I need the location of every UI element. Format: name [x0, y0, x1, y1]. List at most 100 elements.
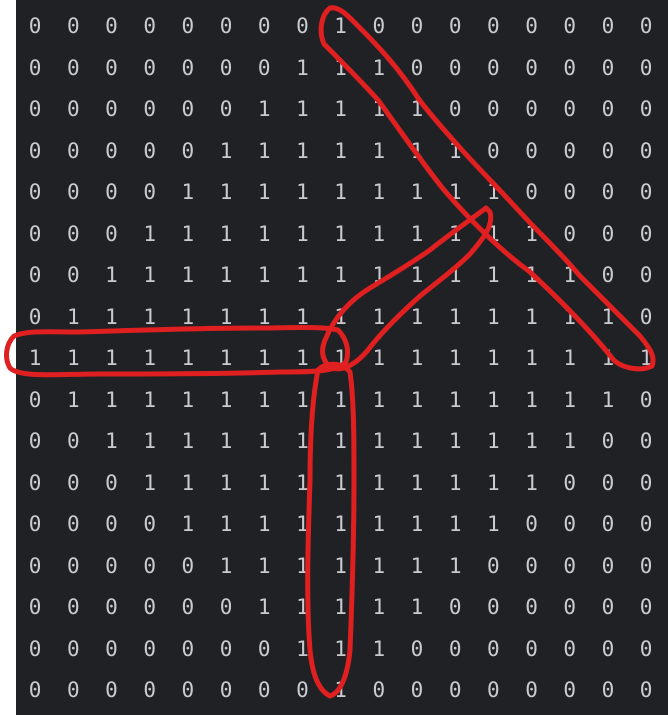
grid-cell: 1: [105, 346, 118, 371]
grid-cell: 0: [181, 595, 195, 620]
grid-cell: 1: [372, 470, 386, 495]
grid-cell: 1: [525, 263, 538, 288]
grid-cell: 0: [66, 180, 80, 205]
grid-cell: 1: [487, 512, 500, 537]
grid-cell: 0: [563, 14, 577, 39]
grid-cell: 0: [601, 55, 615, 80]
grid-cell: 1: [410, 595, 424, 620]
grid-cell: 1: [563, 387, 577, 412]
grid-cell: 0: [28, 553, 42, 578]
grid-cell: 1: [448, 346, 462, 371]
grid-row: 00000011111000000: [16, 89, 668, 131]
grid-cell: 1: [448, 429, 462, 454]
grid-cell: 0: [105, 678, 118, 703]
grid-cell: 1: [66, 346, 80, 371]
grid-row: 00001111111110000: [16, 504, 668, 546]
grid-cell: 1: [372, 346, 386, 371]
grid-cell: 0: [257, 55, 271, 80]
grid-cell: 0: [28, 304, 42, 329]
grid-cell: 1: [487, 387, 500, 412]
grid-cell: 1: [334, 14, 347, 39]
grid-cell: 0: [563, 97, 577, 122]
grid-cell: 1: [105, 387, 118, 412]
grid-cell: 0: [639, 595, 653, 620]
grid-cell: 0: [410, 55, 424, 80]
grid-cell: 0: [448, 595, 462, 620]
grid-cell: 1: [296, 595, 309, 620]
grid-cell: 0: [601, 512, 615, 537]
grid-cell: 1: [143, 387, 156, 412]
grid-cell: 0: [28, 387, 42, 412]
grid-cell: 1: [410, 138, 424, 163]
grid-cell: 0: [28, 512, 42, 537]
grid-cell: 0: [639, 636, 653, 661]
grid-cell: 0: [448, 14, 462, 39]
grid-cell: 0: [563, 678, 577, 703]
grid-cell: 1: [334, 304, 347, 329]
grid-cell: 0: [563, 55, 577, 80]
grid-cell: 0: [410, 678, 424, 703]
grid-row: 00000001110000000: [16, 629, 668, 671]
grid-cell: 1: [372, 512, 386, 537]
grid-cell: 0: [448, 678, 462, 703]
grid-cell: 1: [181, 304, 195, 329]
grid-cell: 0: [28, 470, 42, 495]
grid-cell: 0: [487, 678, 500, 703]
grid-cell: 1: [296, 470, 309, 495]
grid-cell: 1: [334, 512, 347, 537]
grid-row: 00111111111111100: [16, 421, 668, 463]
grid-cell: 0: [601, 14, 615, 39]
grid-cell: 0: [563, 595, 577, 620]
grid-cell: 1: [181, 387, 195, 412]
grid-cell: 1: [143, 304, 156, 329]
grid-cell: 1: [334, 387, 347, 412]
grid-cell: 0: [639, 97, 653, 122]
grid-cell: 1: [296, 97, 309, 122]
grid-cell: 1: [410, 387, 424, 412]
grid-cell: 0: [525, 678, 538, 703]
grid-cell: 0: [257, 678, 271, 703]
grid-cell: 0: [601, 553, 615, 578]
grid-cell: 1: [257, 595, 271, 620]
grid-row: 11111111111111111: [16, 338, 668, 380]
grid-cell: 0: [66, 55, 80, 80]
grid-cell: 1: [219, 304, 233, 329]
grid-cell: 1: [334, 180, 347, 205]
grid-row: 00000001110000000: [16, 48, 668, 90]
grid-row: 00000000100000000: [16, 670, 668, 712]
grid-row: 00011111111111000: [16, 463, 668, 505]
grid-row: 00000111111100000: [16, 131, 668, 173]
grid-cell: 0: [639, 678, 653, 703]
grid-cell: 0: [601, 221, 615, 246]
grid-cell: 1: [181, 263, 195, 288]
grid-cell: 1: [334, 97, 347, 122]
grid-cell: 1: [219, 346, 233, 371]
grid-cell: 0: [639, 263, 653, 288]
grid-cell: 0: [28, 180, 42, 205]
grid-cell: 0: [563, 636, 577, 661]
grid-cell: 0: [448, 97, 462, 122]
grid-cell: 1: [296, 636, 309, 661]
grid-cell: 0: [66, 678, 80, 703]
grid-cell: 0: [143, 55, 156, 80]
grid-cell: 0: [487, 553, 500, 578]
grid-cell: 1: [257, 97, 271, 122]
grid-cell: 1: [487, 263, 500, 288]
grid-cell: 1: [372, 138, 386, 163]
grid-cell: 0: [66, 553, 80, 578]
grid-cell: 1: [334, 138, 347, 163]
grid-cell: 1: [257, 387, 271, 412]
grid-cell: 1: [334, 263, 347, 288]
grid-cell: 0: [525, 97, 538, 122]
grid-cell: 1: [448, 553, 462, 578]
grid-cell: 1: [334, 346, 347, 371]
grid-cell: 0: [487, 636, 500, 661]
grid-cell: 0: [143, 180, 156, 205]
grid-cell: 0: [105, 180, 118, 205]
grid-cell: 1: [410, 97, 424, 122]
grid-cell: 0: [563, 180, 577, 205]
grid-cell: 0: [66, 138, 80, 163]
grid-cell: 0: [28, 429, 42, 454]
grid-cell: 0: [66, 14, 80, 39]
grid-cell: 0: [487, 14, 500, 39]
